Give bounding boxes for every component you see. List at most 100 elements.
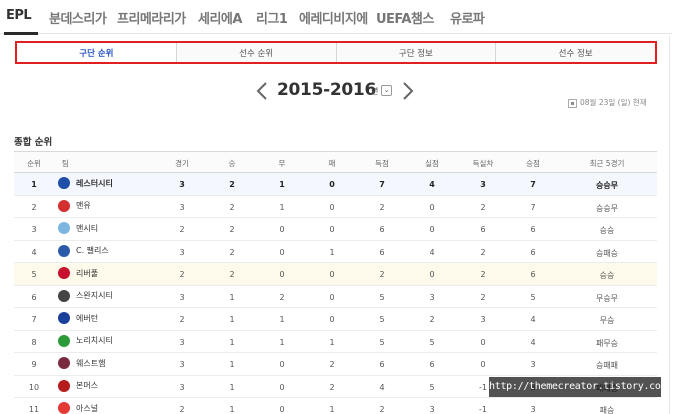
- tab-player-ranking[interactable]: 선수 순위: [177, 43, 337, 62]
- cell-gf: 2: [379, 270, 385, 279]
- cell-gf: 4: [379, 382, 385, 392]
- table-row[interactable]: 9 3 1 0 2 6 6 0 3 승패패 웨스트햄: [14, 353, 657, 376]
- cell-pts: 6: [530, 225, 536, 234]
- cell-gf: 6: [379, 360, 385, 369]
- tab-player-info[interactable]: 선수 정보: [496, 43, 655, 62]
- cell-gf: 7: [379, 180, 385, 189]
- cell-pts: 4: [530, 315, 536, 324]
- cell-win: 2: [229, 180, 235, 189]
- cell-loss: 0: [329, 180, 335, 189]
- cell-ga: 5: [429, 337, 435, 347]
- league-tab-ucl[interactable]: UEFA챔스: [376, 8, 434, 27]
- tab-club-ranking[interactable]: 구단 순위: [17, 43, 177, 62]
- cell-gf: 6: [379, 247, 385, 257]
- team-name: 리버풀: [76, 268, 99, 278]
- cell-loss: 0: [329, 270, 335, 279]
- col-rank: 순위: [27, 159, 41, 168]
- table-row[interactable]: 8 3 1 1 1 5 5 0 4 패무승 노리치시티: [14, 331, 657, 353]
- watermark: http://themecreator.tistory.com: [489, 377, 667, 397]
- cell-rank: 3: [31, 225, 37, 234]
- cell-gf: 5: [379, 292, 385, 302]
- cell-ga: 3: [429, 405, 435, 414]
- team-name: 웨스트햄: [76, 358, 106, 368]
- team-cell[interactable]: 웨스트햄: [58, 357, 105, 369]
- table-row[interactable]: 5 2 2 0 0 2 0 2 6 승승 리버풀: [14, 263, 657, 286]
- tab-club-info[interactable]: 구단 정보: [337, 43, 497, 62]
- team-name: 맨유: [76, 201, 91, 210]
- cell-loss: 1: [329, 247, 335, 257]
- cell-win: 2: [229, 225, 235, 234]
- cell-draw: 0: [279, 382, 285, 392]
- chevron-left-icon[interactable]: [253, 78, 271, 104]
- cell-ga: 6: [429, 360, 435, 369]
- table-row[interactable]: 4 3 2 0 1 6 4 2 6 승패승 C. 팰리스: [14, 241, 657, 263]
- table-row[interactable]: 11 2 1 0 1 2 3 -1 3 패승 아스널: [14, 398, 657, 414]
- league-tab-eredivisie[interactable]: 에레디비지에: [299, 8, 368, 27]
- cell-ga: 4: [429, 247, 435, 257]
- cell-rank: 5: [31, 270, 37, 279]
- table-row[interactable]: 3 2 2 0 0 6 0 6 6 승승 맨시티: [14, 218, 657, 241]
- team-cell[interactable]: 스완지시티: [58, 289, 113, 302]
- cell-loss: 1: [329, 405, 335, 414]
- cell-played: 3: [179, 360, 185, 369]
- cell-recent: 승패승: [595, 248, 619, 258]
- team-cell[interactable]: 본머스: [58, 379, 98, 392]
- team-cell[interactable]: 레스터시티: [58, 177, 113, 189]
- league-tab-epl[interactable]: EPL: [6, 8, 32, 23]
- cell-rank: 6: [31, 292, 37, 302]
- team-cell[interactable]: C. 팰리스: [58, 244, 109, 257]
- cell-ga: 0: [429, 270, 435, 279]
- calendar-icon: ▪: [568, 98, 577, 108]
- cell-gd: 2: [480, 270, 486, 279]
- cell-ga: 2: [429, 315, 435, 324]
- cell-pts: 6: [530, 247, 536, 257]
- cell-win: 1: [229, 337, 235, 347]
- cell-draw: 1: [279, 315, 285, 324]
- cell-ga: 0: [429, 225, 435, 234]
- cell-draw: 0: [279, 247, 285, 257]
- cell-win: 1: [229, 405, 235, 414]
- cell-pts: 3: [530, 360, 536, 369]
- cell-loss: 0: [329, 202, 335, 212]
- cell-pts: 4: [530, 337, 536, 347]
- league-tab-ligue1[interactable]: 리그1: [256, 8, 288, 27]
- cell-played: 3: [179, 337, 185, 347]
- league-tab-primera[interactable]: 프리메라리가: [117, 8, 186, 27]
- col-gd: 득실차: [472, 159, 494, 168]
- cell-ga: 5: [429, 382, 435, 392]
- cell-rank: 4: [31, 247, 37, 257]
- team-cell[interactable]: 노리치시티: [58, 334, 113, 347]
- section-title: 종합 순위: [14, 137, 53, 148]
- table-row[interactable]: 1 3 2 1 0 7 4 3 7 승승무 레스터시티: [14, 173, 657, 196]
- col-ga: 실점: [425, 159, 439, 168]
- cell-gd: 0: [480, 337, 486, 347]
- team-cell[interactable]: 맨시티: [58, 222, 98, 234]
- team-cell[interactable]: 맨유: [58, 199, 91, 212]
- cell-gd: 2: [480, 292, 486, 302]
- cell-rank: 10: [28, 382, 40, 392]
- cell-rank: 1: [31, 180, 37, 189]
- team-name: 스완지시티: [76, 291, 113, 300]
- cell-gf: 5: [379, 315, 385, 324]
- cell-gd: 6: [480, 225, 486, 234]
- season-suffix: 년: [371, 87, 379, 96]
- table-row[interactable]: 7 2 1 1 0 5 2 3 4 무승 에버턴: [14, 308, 657, 331]
- active-league-indicator: [4, 32, 38, 35]
- chevron-right-icon[interactable]: [399, 78, 417, 104]
- subtab-bar: 구단 순위 선수 순위 구단 정보 선수 정보: [15, 41, 657, 64]
- club-emblem-icon: [58, 267, 70, 279]
- league-tab-bundesliga[interactable]: 분데스리가: [49, 8, 107, 27]
- league-tab-seriea[interactable]: 세리에A: [198, 8, 242, 27]
- season-dropdown[interactable]: ⌄: [381, 85, 392, 96]
- team-cell[interactable]: 리버풀: [58, 267, 98, 279]
- team-cell[interactable]: 아스널: [58, 402, 98, 414]
- col-loss: 패: [328, 159, 336, 168]
- league-tab-europa[interactable]: 유로파: [450, 8, 485, 27]
- col-gf: 득점: [375, 159, 389, 168]
- table-row[interactable]: 6 3 1 2 0 5 3 2 5 무승무 스완지시티: [14, 286, 657, 308]
- team-cell[interactable]: 에버턴: [58, 312, 98, 324]
- table-row[interactable]: 2 3 2 1 0 2 0 2 7 승승무 맨유: [14, 196, 657, 218]
- team-name: 노리치시티: [76, 336, 113, 345]
- cell-gd: 3: [480, 180, 486, 189]
- cell-pts: 7: [530, 180, 536, 189]
